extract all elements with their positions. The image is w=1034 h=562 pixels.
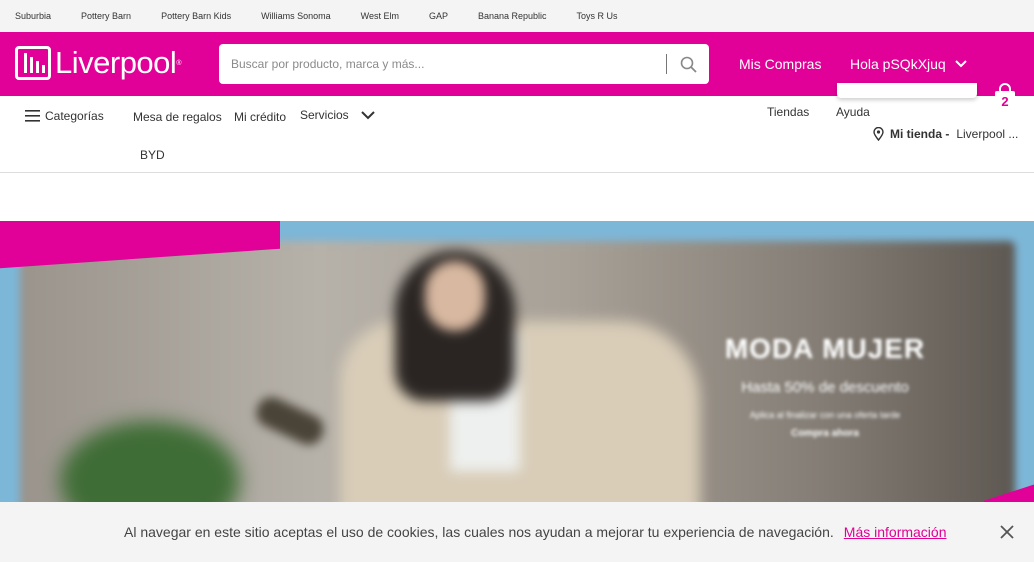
close-icon: [1000, 525, 1014, 539]
mi-tienda-value: Liverpool ...: [956, 127, 1019, 141]
top-link-toys-r-us[interactable]: Toys R Us: [577, 11, 618, 21]
cookie-banner: Al navegar en este sitio aceptas el uso …: [0, 502, 1034, 562]
mas-informacion-link[interactable]: Más información: [844, 524, 947, 540]
logo-wordmark: Liverpool: [55, 45, 177, 80]
mi-credito-link[interactable]: Mi crédito: [234, 110, 286, 124]
chevron-down-icon: [360, 110, 375, 119]
top-link-gap[interactable]: GAP: [429, 11, 448, 21]
hero-text-block: MODA MUJER Hasta 50% de descuento Aplica…: [700, 333, 950, 439]
servicios-label: Servicios: [300, 108, 349, 122]
categorias-label: Categorías: [45, 109, 104, 123]
plant-image: [60, 421, 240, 511]
mi-tienda-selector[interactable]: Mi tienda - Liverpool ...: [873, 127, 1018, 141]
chevron-down-icon: [955, 60, 967, 68]
search-icon: [680, 56, 697, 73]
liverpool-logo[interactable]: Liverpool ®: [15, 45, 181, 81]
user-menu-toggle[interactable]: Hola pSQkXjuq: [850, 56, 967, 72]
cookie-message: Al navegar en este sitio aceptas el uso …: [124, 524, 834, 540]
hero-banner[interactable]: MODA MUJER Hasta 50% de descuento Aplica…: [0, 221, 1034, 511]
top-link-pottery-barn-kids[interactable]: Pottery Barn Kids: [161, 11, 231, 21]
top-link-west-elm[interactable]: West Elm: [361, 11, 399, 21]
search-button[interactable]: [667, 44, 709, 84]
hero-fine-print: Aplica al finalizar con una oferta tarde: [749, 410, 901, 420]
mesa-de-regalos-link[interactable]: Mesa de regalos: [133, 110, 222, 124]
user-greeting: Hola pSQkXjuq: [850, 56, 946, 72]
lamp-image: [251, 392, 329, 450]
top-link-pottery-barn[interactable]: Pottery Barn: [81, 11, 131, 21]
search-input[interactable]: [219, 44, 666, 84]
logo-registered-mark: ®: [176, 59, 182, 67]
top-link-banana-republic[interactable]: Banana Republic: [478, 11, 547, 21]
secondary-nav: Categorías Mesa de regalos Mi crédito Se…: [0, 96, 1034, 173]
search-bar: [219, 44, 709, 84]
top-link-suburbia[interactable]: Suburbia: [15, 11, 51, 21]
tiendas-link[interactable]: Tiendas: [767, 105, 809, 119]
categorias-menu[interactable]: Categorías: [25, 109, 104, 123]
servicios-menu[interactable]: Servicios: [300, 108, 375, 122]
user-dropdown-panel: [837, 83, 977, 98]
hero-subtitle: Hasta 50% de descuento: [741, 379, 909, 396]
model-body: [340, 321, 700, 511]
byd-link[interactable]: BYD: [140, 148, 165, 162]
liverpool-logo-icon: [15, 46, 51, 80]
top-link-williams-sonoma[interactable]: Williams Sonoma: [261, 11, 331, 21]
mis-compras-link[interactable]: Mis Compras: [739, 56, 821, 72]
hamburger-icon: [25, 110, 40, 122]
mi-tienda-label: Mi tienda -: [890, 127, 950, 141]
model-face: [425, 261, 485, 331]
close-cookie-button[interactable]: [999, 524, 1015, 540]
ayuda-link[interactable]: Ayuda: [836, 105, 870, 119]
hero-title: MODA MUJER: [724, 333, 926, 364]
hero-cta[interactable]: Compra ahora: [700, 428, 950, 439]
location-pin-icon: [873, 127, 884, 141]
top-brand-bar: Suburbia Pottery Barn Pottery Barn Kids …: [0, 0, 1034, 32]
